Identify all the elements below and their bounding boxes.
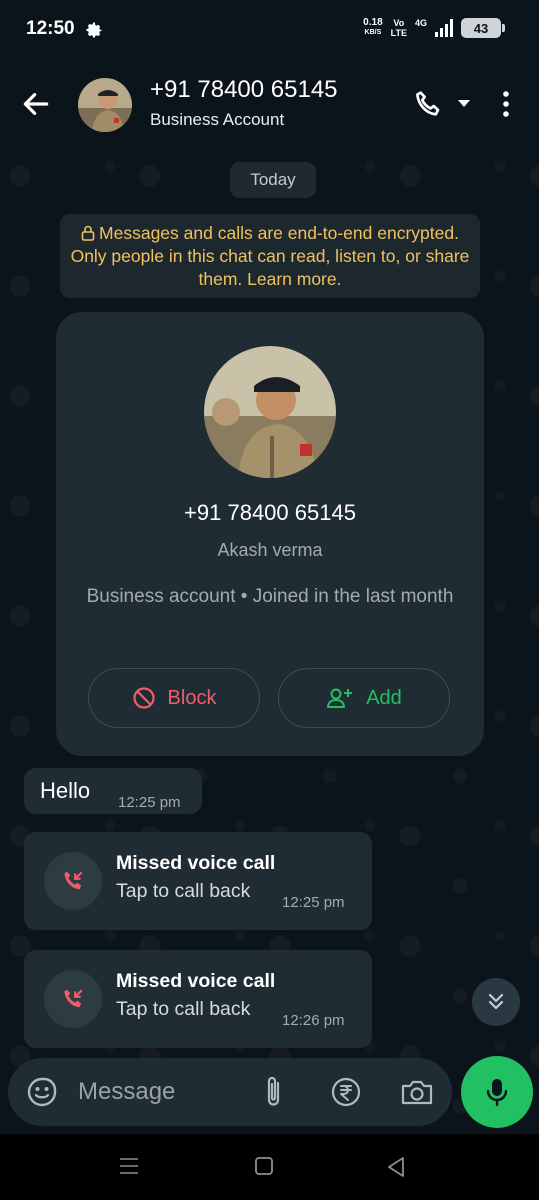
network-type: 4G [414, 18, 427, 28]
avatar-photo [78, 78, 132, 132]
missed-call-icon [64, 871, 83, 890]
contact-name[interactable]: +91 78400 65145 [150, 76, 338, 104]
encryption-notice[interactable]: Messages and calls are end-to-end encryp… [60, 214, 480, 298]
status-time: 12:50 [26, 18, 75, 39]
message-bubble[interactable]: Hello 12:25 pm [24, 768, 202, 814]
settings-gear-icon [86, 22, 102, 38]
chat-header: +91 78400 65145 Business Account [0, 62, 539, 146]
profile-card: +91 78400 65145 Akash verma Business acc… [56, 312, 484, 756]
phone-icon[interactable] [412, 88, 444, 120]
volte-bottom: LTE [390, 28, 407, 38]
sticker-icon[interactable] [26, 1076, 58, 1108]
call-title: Missed voice call [116, 970, 276, 992]
net-speed: 0.18 KB/S [363, 18, 382, 38]
profile-info: Business account • Joined in the last mo… [86, 586, 454, 607]
missed-call-bubble[interactable]: Missed voice call Tap to call back 12:25… [24, 832, 372, 930]
chat-area[interactable]: Today Messages and calls are end-to-end … [0, 146, 539, 1150]
block-icon [132, 687, 155, 709]
call-subtitle: Tap to call back [116, 998, 251, 1020]
more-vertical-icon[interactable] [498, 88, 514, 120]
call-subtitle: Tap to call back [116, 880, 251, 902]
missed-call-icon [64, 989, 83, 1008]
profile-name: Akash verma [217, 540, 323, 560]
system-nav-bar [0, 1134, 539, 1200]
net-speed-unit: KB/S [364, 29, 382, 36]
encryption-text: Messages and calls are end-to-end encryp… [70, 223, 470, 289]
double-chevron-down-icon [488, 993, 504, 1010]
back-arrow-icon[interactable] [20, 88, 52, 120]
profile-avatar[interactable] [204, 346, 336, 478]
volte-top: Vo [393, 18, 405, 28]
missed-call-icon-wrap [44, 852, 102, 910]
add-contact-icon [327, 688, 353, 708]
net-speed-value: 0.18 [363, 17, 383, 28]
nav-back-icon[interactable] [386, 1156, 406, 1178]
block-button[interactable]: Block [88, 668, 260, 728]
missed-call-bubble[interactable]: Missed voice call Tap to call back 12:26… [24, 950, 372, 1048]
message-time: 12:25 pm [282, 894, 345, 911]
battery-icon: 43 [461, 18, 505, 38]
volte-indicator: Vo LTE [391, 18, 407, 38]
recent-apps-icon[interactable] [118, 1156, 140, 1176]
rupee-icon[interactable] [330, 1076, 362, 1108]
status-indicators: 0.18 KB/S Vo LTE 4G 43 [363, 18, 505, 38]
message-time: 12:25 pm [118, 794, 181, 811]
mic-button[interactable] [461, 1056, 533, 1128]
scroll-to-bottom-button[interactable] [472, 978, 520, 1026]
call-title: Missed voice call [116, 852, 276, 874]
message-input[interactable] [78, 1070, 248, 1114]
battery-level: 43 [473, 20, 489, 36]
home-icon[interactable] [254, 1156, 274, 1176]
dropdown-caret-icon[interactable] [456, 98, 472, 110]
profile-phone: +91 78400 65145 [184, 500, 356, 525]
contact-avatar[interactable] [78, 78, 132, 132]
message-composer [8, 1058, 452, 1126]
status-bar: 12:50 0.18 KB/S Vo LTE 4G 43 [0, 0, 539, 62]
date-chip: Today [230, 162, 316, 198]
message-text: Hello [40, 778, 91, 803]
lock-icon [81, 225, 95, 241]
add-contact-button[interactable]: Add [278, 668, 450, 728]
missed-call-icon-wrap [44, 970, 102, 1028]
attach-icon[interactable] [260, 1074, 288, 1110]
add-label: Add [366, 686, 402, 709]
block-label: Block [167, 686, 217, 709]
message-time: 12:26 pm [282, 1012, 345, 1029]
camera-icon[interactable] [400, 1076, 434, 1108]
contact-subtitle[interactable]: Business Account [150, 110, 284, 130]
mic-icon [486, 1079, 508, 1107]
signal-icon [435, 19, 453, 37]
profile-photo [204, 346, 336, 478]
